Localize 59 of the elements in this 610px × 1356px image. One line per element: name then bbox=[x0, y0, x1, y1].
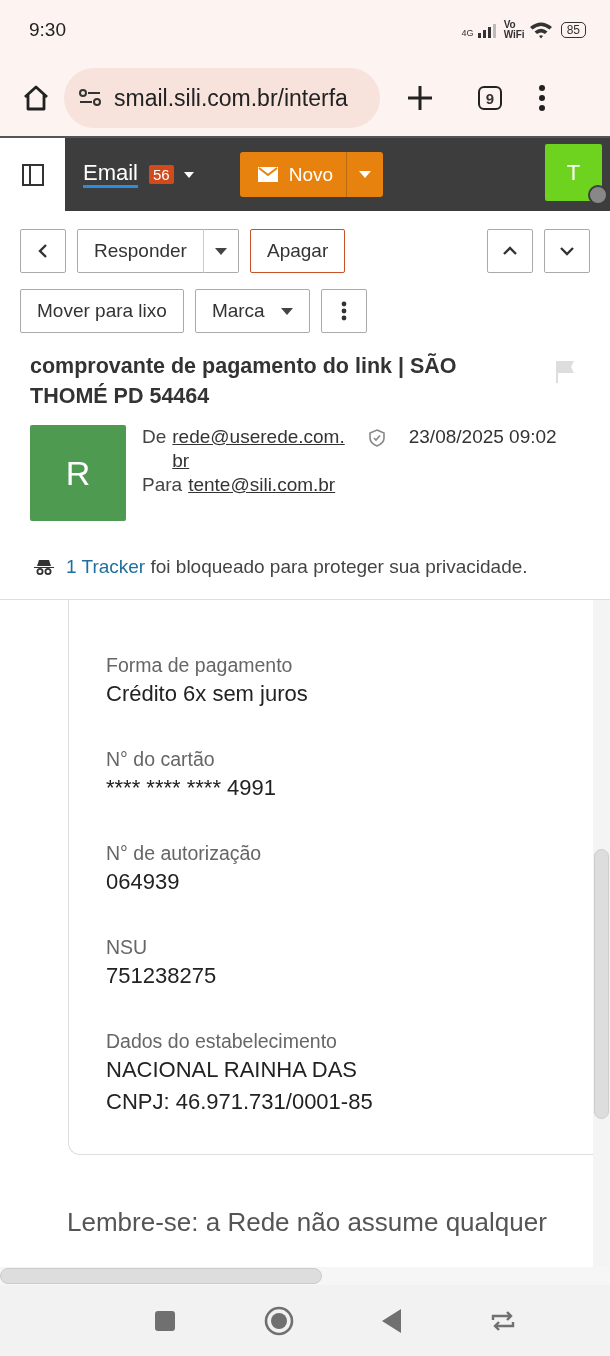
rotate-icon[interactable] bbox=[490, 1310, 516, 1331]
chevron-down-icon bbox=[559, 246, 575, 256]
site-settings-icon[interactable] bbox=[78, 88, 102, 108]
sender-avatar: R bbox=[30, 425, 126, 521]
move-to-trash-button[interactable]: Mover para lixo bbox=[20, 289, 184, 333]
spy-icon bbox=[34, 559, 54, 575]
field-value: 751238275 bbox=[106, 962, 218, 990]
caret-icon[interactable] bbox=[183, 171, 194, 178]
field-label: N° do cartão bbox=[106, 747, 216, 772]
compose-options-button[interactable] bbox=[347, 152, 384, 197]
field-value: NACIONAL RAINHA DAS bbox=[106, 1056, 359, 1084]
field-label: Forma de pagamento bbox=[106, 653, 294, 678]
email-date: 23/08/2025 09:02 bbox=[408, 425, 557, 449]
recipient-email-link[interactable]: tente@sili.com.br bbox=[188, 473, 336, 497]
caret-icon bbox=[359, 171, 372, 178]
more-actions-button[interactable] bbox=[320, 289, 367, 333]
chevron-up-icon bbox=[502, 246, 518, 256]
reply-button[interactable]: Responder bbox=[77, 229, 204, 273]
field-value: **** **** **** 4991 bbox=[106, 774, 278, 802]
caret-icon bbox=[280, 307, 293, 315]
email-menu[interactable]: Email bbox=[83, 161, 138, 188]
mark-button[interactable]: Marca bbox=[194, 289, 310, 333]
sidebar-icon[interactable] bbox=[21, 163, 44, 186]
mail-icon bbox=[257, 167, 278, 182]
reminder-text: Lembre-se: a Rede não assume qualquer bbox=[67, 1207, 548, 1238]
status-time: 9:30 bbox=[29, 19, 66, 41]
tracker-link[interactable]: 1 Tracker bbox=[66, 556, 146, 577]
tab-count-button[interactable]: 9 bbox=[478, 86, 502, 110]
field-label: Dados do estabelecimento bbox=[106, 1029, 338, 1054]
vowifi-label: Vo WiFi bbox=[503, 20, 525, 40]
plus-icon[interactable] bbox=[407, 85, 433, 111]
email-subject: comprovante de pagamento do link | SÃO THOMÉ PD 54464 bbox=[30, 352, 458, 410]
field-label: N° de autorização bbox=[106, 841, 263, 866]
field-value: 064939 bbox=[106, 868, 181, 896]
scrollbar-thumb[interactable] bbox=[594, 849, 609, 1119]
chevron-left-icon bbox=[38, 243, 48, 259]
url-bar[interactable]: smail.sili.com.br/interfa bbox=[64, 68, 380, 128]
previous-button[interactable] bbox=[487, 229, 533, 273]
shield-icon bbox=[368, 429, 385, 447]
caret-icon bbox=[214, 247, 227, 255]
more-icon bbox=[340, 301, 347, 321]
field-value: CNPJ: 46.971.731/0001-85 bbox=[106, 1088, 374, 1116]
tracker-notice: 1 Tracker foi bloqueado para proteger sua privacidade. bbox=[66, 556, 528, 578]
wifi-icon bbox=[528, 21, 553, 39]
field-label: NSU bbox=[106, 935, 149, 960]
scrollbar-thumb[interactable] bbox=[0, 1268, 322, 1284]
to-label: Para bbox=[142, 473, 183, 497]
back-button[interactable] bbox=[20, 229, 66, 273]
from-label: De bbox=[142, 425, 167, 449]
network-type: 4G bbox=[461, 28, 474, 38]
next-button[interactable] bbox=[544, 229, 590, 273]
delete-button[interactable]: Apagar bbox=[249, 229, 346, 273]
battery-indicator: 85 bbox=[560, 22, 586, 38]
reply-options-button[interactable] bbox=[202, 229, 239, 273]
field-value: Crédito 6x sem juros bbox=[106, 680, 309, 708]
recents-icon[interactable] bbox=[154, 1309, 176, 1332]
back-icon[interactable] bbox=[382, 1308, 402, 1333]
more-icon[interactable] bbox=[538, 85, 546, 111]
unread-count: 56 bbox=[149, 165, 174, 184]
